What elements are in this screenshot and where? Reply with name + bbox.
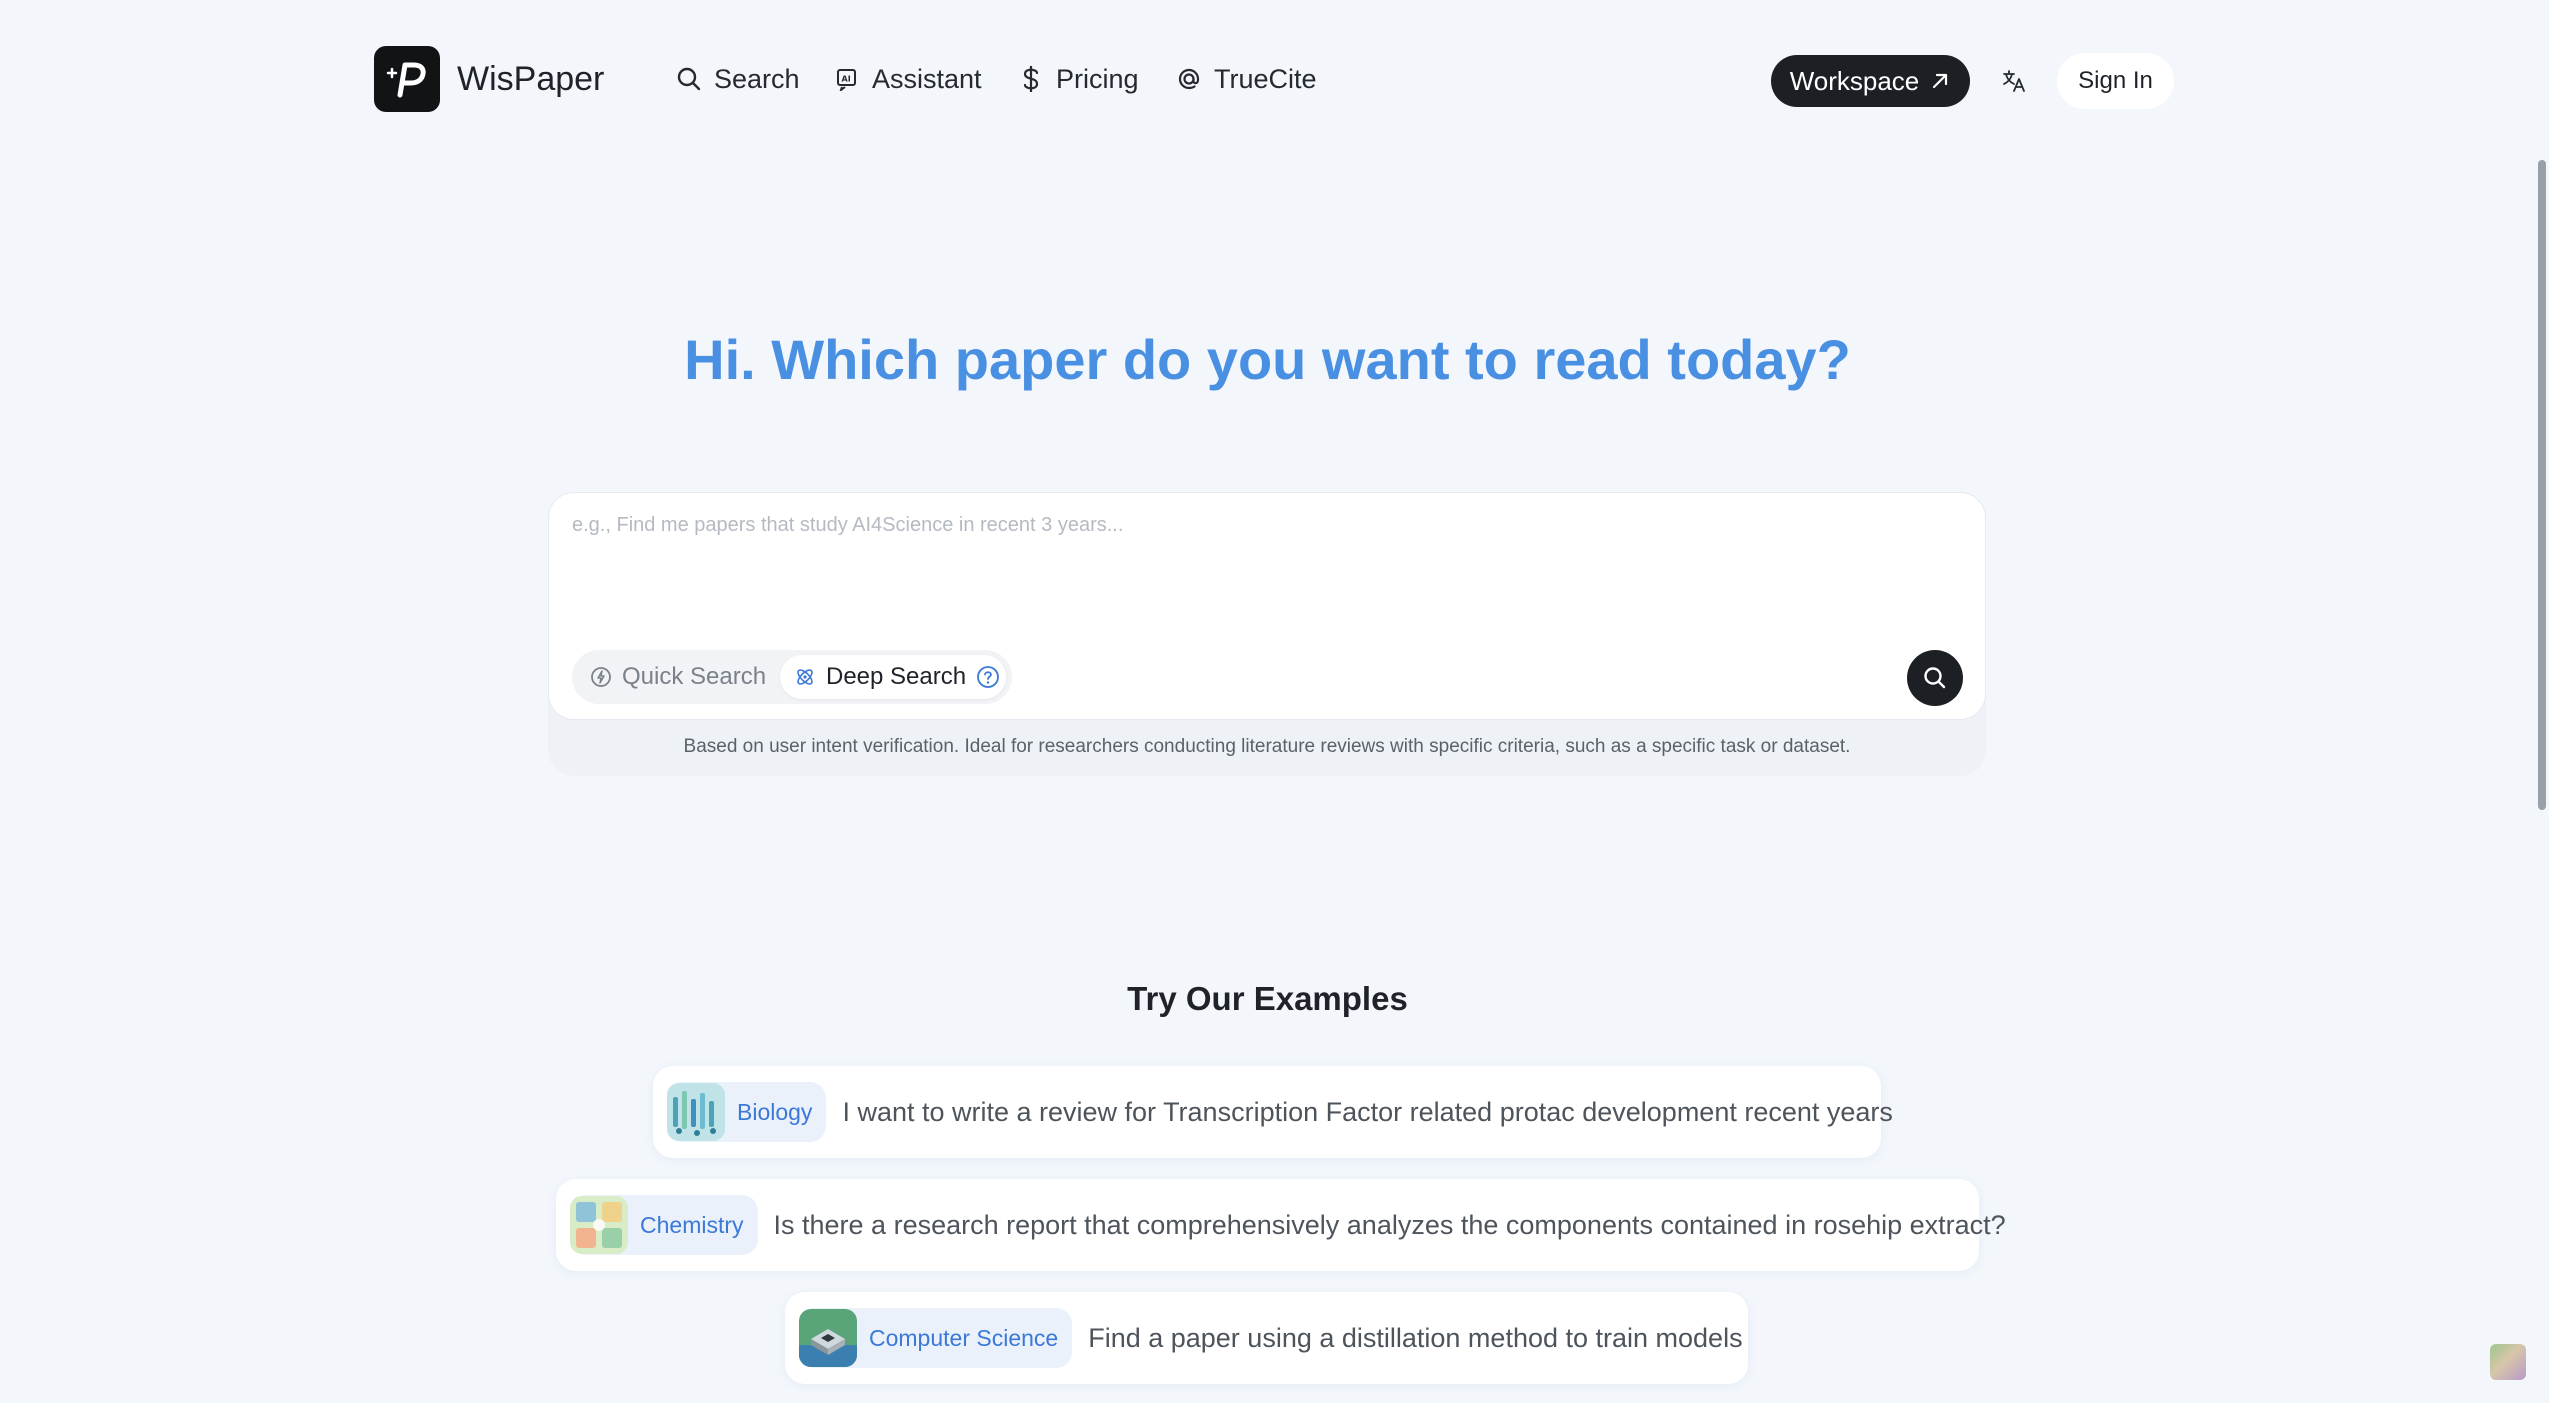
biology-thumbnail [667, 1083, 725, 1141]
nav-assistant[interactable]: AI Assistant [832, 58, 982, 100]
computer-science-thumbnail [799, 1309, 857, 1367]
sign-in-button[interactable]: Sign In [2057, 53, 2174, 109]
search-mode-description: Based on user intent verification. Ideal… [683, 736, 1851, 757]
floating-avatar-icon[interactable] [2490, 1344, 2526, 1380]
translate-icon [2003, 70, 2025, 92]
category-label: Computer Science [869, 1324, 1059, 1351]
examples-title: Try Our Examples [1127, 980, 1408, 1017]
search-input[interactable] [572, 514, 1962, 624]
example-item-biology[interactable]: Biology I want to write a review for Tra… [653, 1066, 1893, 1158]
quick-search-label: Quick Search [622, 663, 767, 690]
category-tag: Chemistry [570, 1195, 758, 1255]
hero-title: Hi. Which paper do you want to read toda… [684, 328, 1851, 391]
at-icon [1174, 64, 1204, 94]
nav-pricing-label: Pricing [1056, 63, 1139, 94]
nav-truecite-label: TrueCite [1214, 63, 1317, 94]
search-icon [674, 64, 704, 94]
category-label: Chemistry [640, 1211, 744, 1238]
nav-pricing[interactable]: Pricing [1016, 58, 1139, 100]
chemistry-thumbnail [570, 1196, 628, 1254]
svg-text:AI: AI [842, 75, 851, 84]
language-toggle[interactable] [1998, 63, 2030, 99]
nav-search-label: Search [714, 63, 800, 94]
nav-truecite[interactable]: TrueCite [1174, 58, 1317, 100]
nav-search[interactable]: Search [674, 58, 800, 100]
nav-assistant-label: Assistant [872, 63, 982, 94]
lightning-icon [591, 667, 611, 687]
top-navigation: WisPaper Search AI Assistant Pricing Tru… [0, 0, 2549, 160]
dollar-icon [1016, 64, 1046, 94]
quick-search-button[interactable]: Quick Search [590, 655, 766, 699]
example-item-chemistry[interactable]: Chemistry Is there a research report tha… [556, 1179, 2006, 1271]
ai-icon: AI [832, 64, 862, 94]
atom-icon [797, 669, 813, 685]
search-mode-toggle: Quick Search Deep Search [572, 650, 1012, 704]
brand-name[interactable]: WisPaper [457, 58, 604, 100]
workspace-label: Workspace [1789, 65, 1920, 96]
search-icon [1924, 667, 1946, 689]
page-scrollbar[interactable] [2538, 160, 2546, 810]
example-query-text: Find a paper using a distillation method… [1088, 1322, 1743, 1353]
deep-search-label: Deep Search [826, 663, 967, 690]
workspace-button[interactable]: Workspace [1771, 55, 1970, 107]
category-tag: Computer Science [799, 1308, 1073, 1368]
deep-search-button[interactable]: Deep Search [780, 655, 1006, 699]
example-item-computer-science[interactable]: Computer Science Find a paper using a di… [785, 1292, 1748, 1384]
category-tag: Biology [667, 1082, 827, 1142]
example-query-text: I want to write a review for Transcripti… [842, 1096, 1893, 1127]
help-icon[interactable] [976, 665, 1000, 689]
wispaper-logo[interactable] [374, 46, 440, 112]
arrow-up-right-icon [1933, 73, 1948, 89]
search-submit-button[interactable] [1907, 650, 1963, 706]
logo-p-icon [386, 62, 426, 98]
category-label: Biology [737, 1098, 813, 1125]
example-query-text: Is there a research report that comprehe… [773, 1209, 2006, 1240]
